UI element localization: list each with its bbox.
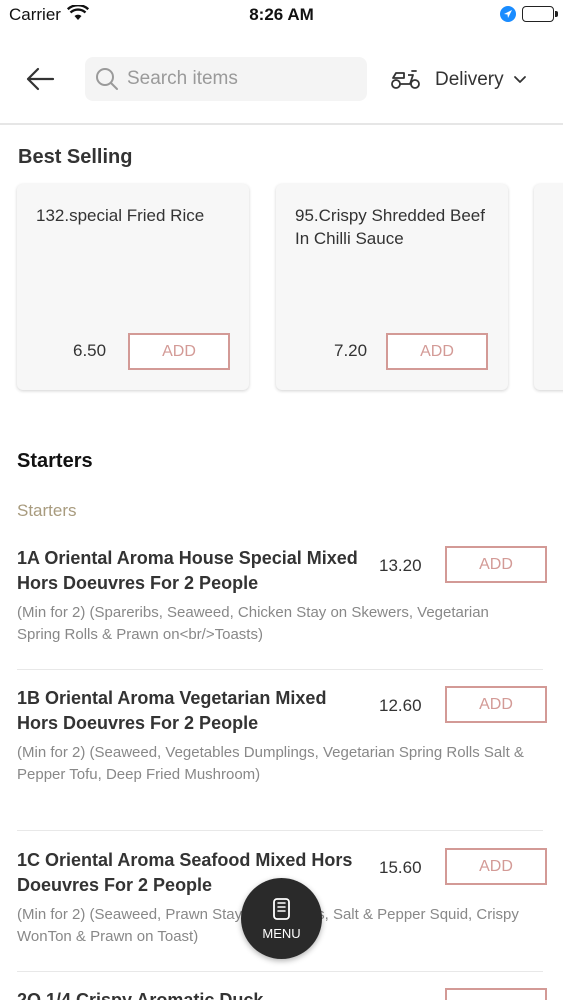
search-input[interactable] xyxy=(127,63,357,95)
add-button[interactable]: ADD xyxy=(386,333,488,370)
delivery-selector[interactable]: Delivery xyxy=(390,65,527,95)
item-description: (Min for 2) (Spareribs, Seaweed, Chicken… xyxy=(17,604,489,643)
add-button[interactable]: ADD xyxy=(128,333,230,370)
battery-icon xyxy=(522,6,558,22)
menu-item[interactable]: 1B Oriental Aroma Vegetarian Mixed Hors … xyxy=(0,686,563,826)
back-button[interactable] xyxy=(20,61,60,97)
menu-book-icon xyxy=(272,897,291,926)
best-selling-card[interactable]: 132.special Fried Rice 6.50 ADD xyxy=(17,184,249,390)
delivery-label: Delivery xyxy=(435,69,504,90)
status-time: 8:26 AM xyxy=(249,5,314,24)
status-bar: Carrier 8:26 AM xyxy=(0,0,563,30)
chevron-down-icon xyxy=(513,72,527,90)
divider xyxy=(17,669,543,670)
item-name: 1A Oriental Aroma House Special Mixed Ho… xyxy=(17,548,358,593)
best-selling-card[interactable]: 95.Crispy Shredded Beef In Chilli Sauce … xyxy=(276,184,508,390)
item-price: 12.60 xyxy=(379,696,422,715)
starters-title: Starters xyxy=(17,450,93,472)
item-name: 2Q 1/4 Crispy Aromatic Duck xyxy=(17,990,264,1000)
menu-item[interactable]: 1A Oriental Aroma House Special Mixed Ho… xyxy=(0,546,563,666)
item-price: 15.60 xyxy=(379,858,422,877)
best-selling-title: Best Selling xyxy=(18,146,133,168)
item-name: 1B Oriental Aroma Vegetarian Mixed Hors … xyxy=(17,688,327,733)
top-bar: Delivery xyxy=(0,45,563,125)
back-arrow-icon xyxy=(26,67,55,91)
item-price: 13.20 xyxy=(379,556,422,575)
add-button[interactable]: ADD xyxy=(445,686,547,723)
best-selling-card-partial[interactable] xyxy=(534,184,563,390)
product-name: 95.Crispy Shredded Beef In Chilli Sauce xyxy=(295,206,485,248)
product-price: 6.50 xyxy=(73,341,107,360)
divider xyxy=(17,971,543,972)
add-button[interactable]: ADD xyxy=(445,848,547,885)
add-button[interactable]: ADD xyxy=(445,988,547,1000)
menu-fab-button[interactable]: MENU xyxy=(241,878,322,959)
subcategory-label: Starters xyxy=(17,501,77,520)
item-description: (Min for 2) (Seaweed, Vegetables Dumplin… xyxy=(17,744,524,783)
product-name: 132.special Fried Rice xyxy=(36,206,205,225)
scooter-icon xyxy=(390,66,422,95)
product-price: 7.20 xyxy=(334,341,368,360)
location-arrow-icon xyxy=(500,6,516,27)
add-button[interactable]: ADD xyxy=(445,546,547,583)
search-bar[interactable] xyxy=(85,57,367,101)
divider xyxy=(17,830,543,831)
menu-label: MENU xyxy=(262,926,301,941)
menu-item[interactable]: 2Q 1/4 Crispy Aromatic Duck ADD xyxy=(0,988,563,1000)
search-icon xyxy=(95,67,119,96)
